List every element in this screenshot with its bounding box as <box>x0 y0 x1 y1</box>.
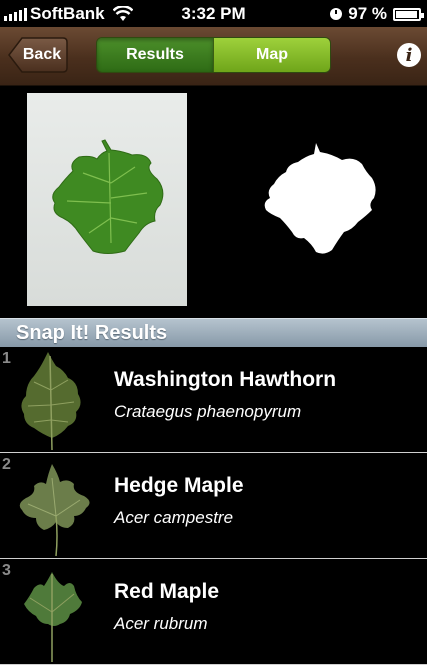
leaf-thumbnail <box>24 572 82 662</box>
scientific-name: Acer rubrum <box>114 614 208 633</box>
leaf-thumbnail <box>21 352 81 450</box>
navigation-bar: Back Results Map i <box>0 27 427 86</box>
back-label: Back <box>22 46 62 63</box>
result-rank: 3 <box>2 562 11 579</box>
clock-icon <box>330 8 343 20</box>
status-bar: SoftBank 3:32 PM 97 % <box>0 0 427 27</box>
results-list: 1 Washington Hawthorn Crataegus phaenopy… <box>0 347 427 665</box>
common-name: Red Maple <box>114 580 220 603</box>
leaf-silhouette <box>264 143 376 254</box>
list-item[interactable]: 2 Hedge Maple Acer campestre <box>0 453 427 559</box>
tab-results[interactable]: Results <box>97 38 213 72</box>
list-item[interactable]: 1 Washington Hawthorn Crataegus phaenopy… <box>0 347 427 453</box>
common-name: Washington Hawthorn <box>114 368 337 391</box>
list-item[interactable]: 3 Red Maple Acer rubrum <box>0 559 427 665</box>
back-button[interactable]: Back <box>8 37 68 73</box>
result-rank: 2 <box>2 456 11 473</box>
result-rank: 1 <box>2 350 11 367</box>
scientific-name: Acer campestre <box>114 508 234 527</box>
tab-map[interactable]: Map <box>213 38 330 72</box>
section-title: Snap It! Results <box>16 322 168 344</box>
battery-percent: 97 % <box>348 4 387 23</box>
section-header: Snap It! Results <box>0 318 427 348</box>
captured-leaf-photo <box>27 93 187 306</box>
common-name: Hedge Maple <box>114 474 244 497</box>
results-map-segmented-control: Results Map <box>96 37 331 73</box>
leaf-thumbnail <box>19 464 90 556</box>
scientific-name: Crataegus phaenopyrum <box>114 402 302 421</box>
info-icon[interactable]: i <box>397 43 421 67</box>
battery-icon <box>393 7 424 21</box>
